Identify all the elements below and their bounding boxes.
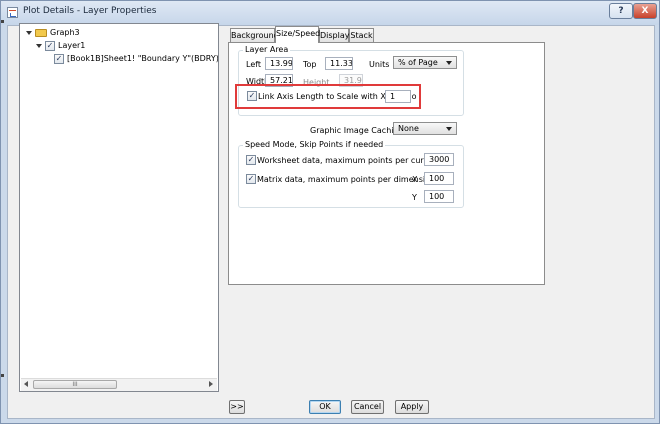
matrix-y-input[interactable]: 100 [424, 190, 454, 203]
caching-select[interactable]: None [393, 122, 457, 135]
matrix-x-input[interactable]: 100 [424, 172, 454, 185]
tree-item-dataplot[interactable]: ✓ [Book1B]Sheet1! "Boundary Y"(BDRY), "B… [54, 53, 218, 65]
tab-background[interactable]: Background [230, 28, 279, 42]
matrix-data-checkbox[interactable]: ✓ [246, 174, 256, 184]
help-button[interactable]: ? [609, 3, 633, 19]
tree-item-label: Graph3 [50, 28, 80, 37]
window-title: Plot Details - Layer Properties [23, 6, 157, 16]
edge-marker [1, 20, 4, 23]
title-bar[interactable]: Plot Details - Layer Properties ? X [1, 1, 659, 25]
tree-item-label: Layer1 [58, 41, 86, 50]
scroll-left-icon[interactable] [24, 381, 28, 387]
units-select-value: % of Page [398, 58, 438, 67]
ok-button[interactable]: OK [309, 400, 341, 414]
dropdown-arrow-icon [446, 61, 452, 65]
speed-mode-title: Speed Mode, Skip Points if needed [243, 140, 386, 149]
left-label: Left [246, 60, 262, 69]
scroll-thumb[interactable]: III [33, 380, 117, 389]
scroll-right-icon[interactable] [209, 381, 213, 387]
caching-label: Graphic Image Caching [310, 126, 404, 135]
tree-item-label: [Book1B]Sheet1! "Boundary Y"(BDRY), "Bou… [67, 54, 218, 63]
left-input[interactable]: 13.99 [265, 57, 293, 70]
units-label: Units [369, 60, 390, 69]
tree-item-graph3[interactable]: Graph3 [24, 27, 204, 39]
layer1-checkbox[interactable]: ✓ [45, 41, 55, 51]
caching-select-value: None [398, 124, 419, 133]
highlight-box [235, 84, 421, 109]
tree-horizontal-scrollbar[interactable]: III [21, 378, 217, 391]
x-label: X [412, 175, 418, 184]
close-button[interactable]: X [633, 3, 657, 19]
tab-size-speed[interactable]: Size/Speed [275, 26, 320, 43]
edge-marker [1, 374, 4, 377]
worksheet-data-label: Worksheet data, maximum points per curve [257, 156, 434, 165]
cancel-button[interactable]: Cancel [351, 400, 384, 414]
tab-stack[interactable]: Stack [349, 28, 374, 42]
expand-button[interactable]: >> [229, 400, 245, 414]
dataplot-checkbox[interactable]: ✓ [54, 54, 64, 64]
expand-arrow-icon[interactable] [36, 44, 42, 48]
y-label: Y [412, 193, 417, 202]
layer-area-title: Layer Area [243, 45, 291, 54]
worksheet-data-checkbox[interactable]: ✓ [246, 155, 256, 165]
units-select[interactable]: % of Page [393, 56, 457, 69]
matrix-data-label: Matrix data, maximum points per dimensio… [257, 175, 436, 184]
plot-details-app-icon [7, 7, 18, 18]
top-label: Top [303, 60, 317, 69]
folder-icon [35, 29, 47, 37]
layer-tree[interactable]: Graph3 ✓ Layer1 ✓ [Book1B]Sheet1! "Bound… [19, 23, 219, 392]
expand-arrow-icon[interactable] [26, 31, 32, 35]
worksheet-max-points-input[interactable]: 3000 [424, 153, 454, 166]
dropdown-arrow-icon [446, 127, 452, 131]
apply-button[interactable]: Apply [395, 400, 429, 414]
tab-display[interactable]: Display [319, 28, 350, 42]
tree-item-layer1[interactable]: ✓ Layer1 [34, 40, 204, 52]
top-input[interactable]: 11.33 [325, 57, 353, 70]
